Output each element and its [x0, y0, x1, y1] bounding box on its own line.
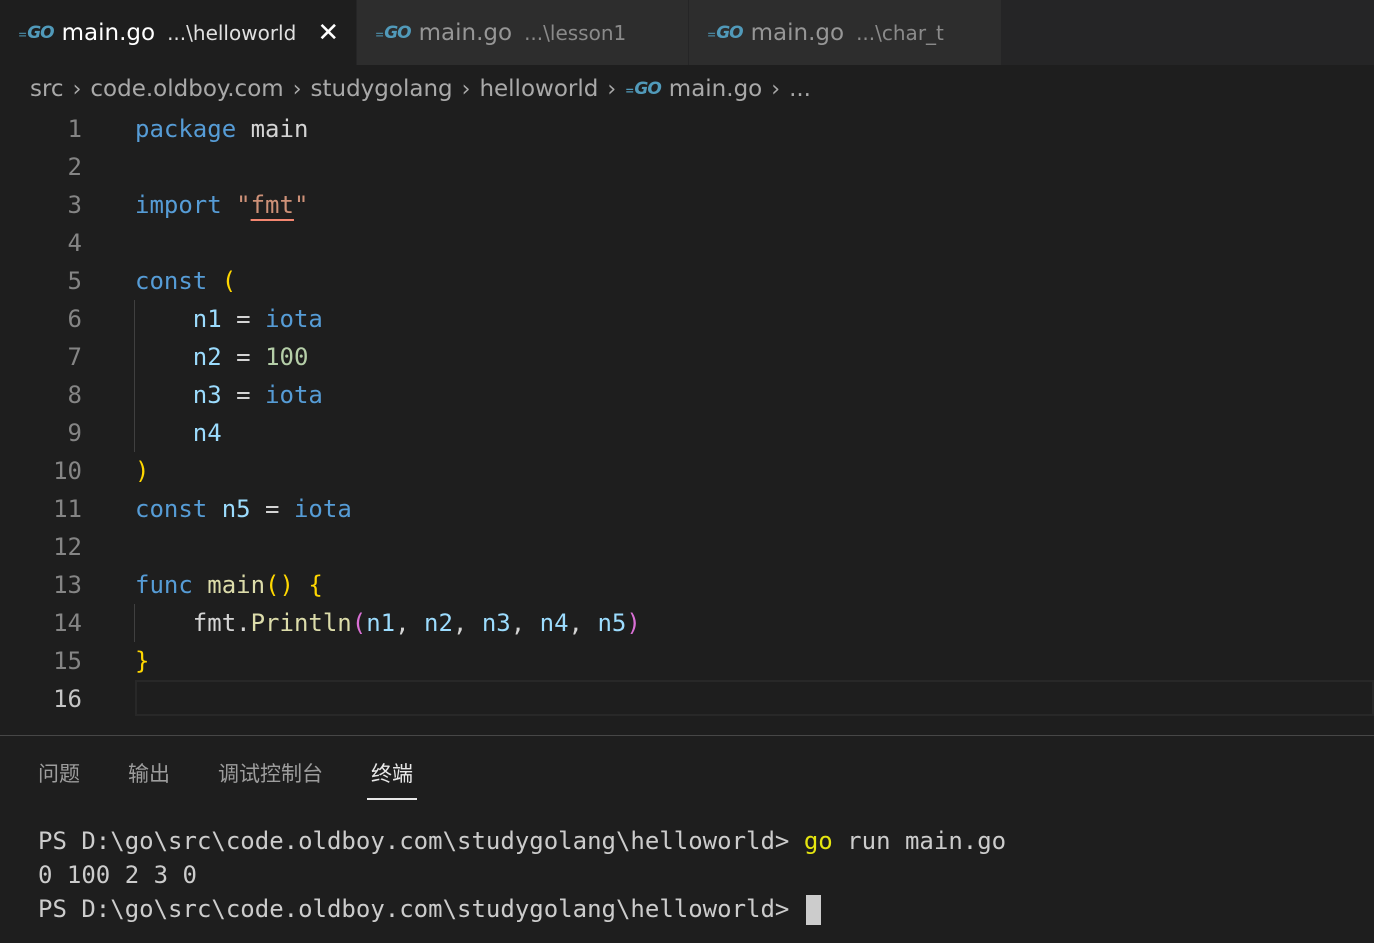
- line-number: 9: [67, 419, 82, 447]
- line-number: 2: [67, 153, 82, 181]
- terminal[interactable]: PS D:\go\src\code.oldboy.com\studygolang…: [38, 824, 1006, 926]
- code-line[interactable]: 16: [0, 680, 1374, 718]
- line-number: 16: [53, 685, 82, 713]
- line-number: 15: [53, 647, 82, 675]
- code-text: n3 = iota: [192, 381, 323, 409]
- breadcrumb-item-symbols[interactable]: ...: [789, 76, 811, 102]
- tab-main-go-char-t[interactable]: GO main.go ...\char_t: [689, 0, 1002, 65]
- code-line[interactable]: 9 n4: [0, 414, 1374, 452]
- bottom-panel: 问题 输出 调试控制台 终端 PS D:\go\src\code.oldboy.…: [0, 735, 1374, 943]
- chevron-right-icon: ›: [461, 76, 471, 102]
- chevron-right-icon: ›: [72, 76, 82, 102]
- line-number: 3: [67, 191, 82, 219]
- line-number: 4: [67, 229, 82, 257]
- code-line[interactable]: 1 package main: [0, 110, 1374, 148]
- line-number: 11: [53, 495, 82, 523]
- code-line[interactable]: 11 const n5 = iota: [0, 490, 1374, 528]
- go-file-icon: GO: [18, 23, 54, 43]
- code-line[interactable]: 10): [0, 452, 1374, 490]
- code-text: import "fmt": [135, 191, 309, 219]
- chevron-right-icon: ›: [607, 76, 617, 102]
- line-number: 8: [67, 381, 82, 409]
- breadcrumb-item-studygolang[interactable]: studygolang: [311, 76, 453, 102]
- terminal-line: PS D:\go\src\code.oldboy.com\studygolang…: [38, 824, 1006, 858]
- line-number: 14: [53, 609, 82, 637]
- terminal-prompt: PS D:\go\src\code.oldboy.com\studygolang…: [38, 827, 790, 855]
- tab-problems[interactable]: 问题: [38, 758, 80, 800]
- tab-description: ...\helloworld: [167, 20, 297, 45]
- chevron-right-icon: ›: [771, 76, 781, 102]
- tab-output[interactable]: 输出: [128, 758, 170, 800]
- tab-debug-console[interactable]: 调试控制台: [218, 758, 323, 800]
- code-line[interactable]: 7 n2 = 100: [0, 338, 1374, 376]
- tab-label: main.go: [61, 19, 156, 46]
- breadcrumb: src › code.oldboy.com › studygolang › he…: [30, 70, 811, 108]
- terminal-prompt: PS D:\go\src\code.oldboy.com\studygolang…: [38, 895, 790, 923]
- tab-terminal[interactable]: 终端: [367, 758, 417, 800]
- terminal-output: 0 100 2 3 0: [38, 861, 197, 889]
- tab-description: ...\lesson1: [524, 20, 627, 45]
- code-line[interactable]: 4: [0, 224, 1374, 262]
- terminal-cursor: [805, 895, 821, 925]
- line-number: 7: [67, 343, 82, 371]
- code-text: package main: [135, 115, 309, 143]
- line-number: 13: [53, 571, 82, 599]
- tab-label: main.go: [418, 19, 513, 46]
- code-line[interactable]: 14 fmt.Println(n1, n2, n3, n4, n5): [0, 604, 1374, 642]
- tab-main-go-lesson1[interactable]: GO main.go ...\lesson1: [357, 0, 689, 65]
- editor-tab-bar: GO main.go ...\helloworld ✕ GO main.go .…: [0, 0, 1374, 65]
- code-text: ): [135, 457, 150, 485]
- code-text: }: [135, 647, 150, 675]
- code-line[interactable]: 5 const (: [0, 262, 1374, 300]
- code-line[interactable]: 2: [0, 148, 1374, 186]
- go-file-icon: GO: [625, 79, 661, 99]
- terminal-line: PS D:\go\src\code.oldboy.com\studygolang…: [38, 892, 1006, 926]
- code-text: fmt.Println(n1, n2, n3, n4, n5): [135, 609, 641, 637]
- go-file-icon: GO: [375, 23, 411, 43]
- terminal-command-args: run main.go: [832, 827, 1007, 855]
- breadcrumb-item-src[interactable]: src: [30, 76, 64, 102]
- tab-main-go-helloworld[interactable]: GO main.go ...\helloworld ✕: [0, 0, 357, 65]
- line-number: 12: [53, 533, 82, 561]
- code-text: const (: [135, 267, 237, 295]
- code-text: n4: [192, 419, 222, 447]
- tab-description: ...\char_t: [856, 20, 944, 45]
- go-file-icon: GO: [707, 23, 743, 43]
- code-line[interactable]: 13 func main() {: [0, 566, 1374, 604]
- code-text: func main() {: [135, 571, 323, 599]
- code-line[interactable]: 15}: [0, 642, 1374, 680]
- line-number: 6: [67, 305, 82, 333]
- terminal-command-go: go: [803, 827, 833, 855]
- breadcrumb-item-domain[interactable]: code.oldboy.com: [90, 76, 283, 102]
- breadcrumb-item-helloworld[interactable]: helloworld: [479, 76, 598, 102]
- close-icon[interactable]: ✕: [316, 20, 340, 46]
- code-text: n2 = 100: [192, 343, 309, 371]
- breadcrumb-item-file[interactable]: main.go: [669, 76, 762, 102]
- chevron-right-icon: ›: [292, 76, 302, 102]
- code-text: n1 = iota: [192, 305, 323, 333]
- line-number: 5: [67, 267, 82, 295]
- code-line[interactable]: 8 n3 = iota: [0, 376, 1374, 414]
- panel-tabs: 问题 输出 调试控制台 终端: [38, 758, 465, 800]
- code-editor[interactable]: 1 package main 2 3 import "fmt" 4 5 const ( 6 n1…: [0, 110, 1374, 730]
- line-number: 10: [53, 457, 82, 485]
- code-line[interactable]: 3 import "fmt": [0, 186, 1374, 224]
- code-text: const n5 = iota: [135, 495, 352, 523]
- code-line[interactable]: 12: [0, 528, 1374, 566]
- line-number: 1: [67, 115, 82, 143]
- tab-label: main.go: [750, 19, 845, 46]
- code-line[interactable]: 6 n1 = iota: [0, 300, 1374, 338]
